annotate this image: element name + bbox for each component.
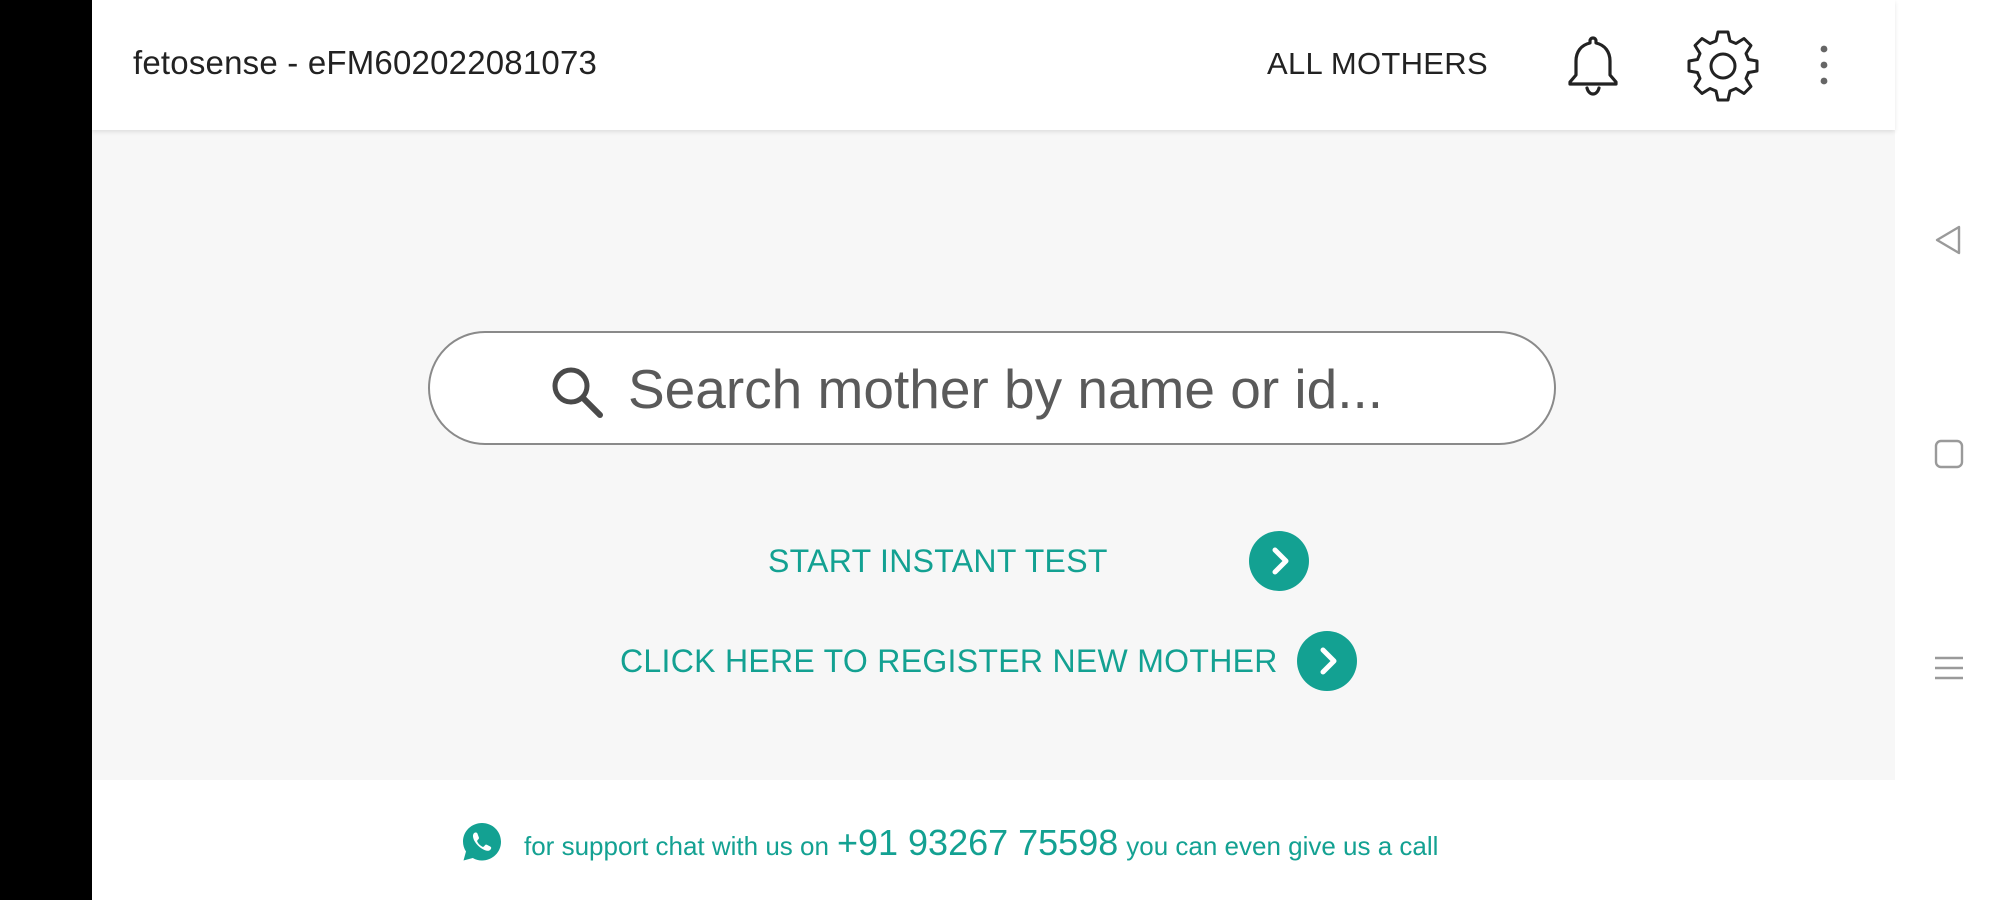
register-new-mother-button[interactable]: CLICK HERE TO REGISTER NEW MOTHER <box>620 631 1357 691</box>
support-phone-number[interactable]: +91 93267 75598 <box>837 822 1118 864</box>
main-content: START INSTANT TEST CLICK HERE TO REGISTE… <box>92 130 1895 780</box>
app-title: fetosense - eFM602022081073 <box>133 44 598 81</box>
system-nav-bar <box>1895 0 2003 900</box>
chevron-right-icon[interactable] <box>1249 531 1309 591</box>
support-footer: for support chat with us on +91 93267 75… <box>92 780 1895 900</box>
search-icon <box>548 363 606 421</box>
search-bar[interactable] <box>428 331 1556 445</box>
app-bar: fetosense - eFM602022081073 ALL MOTHERS <box>92 0 1895 130</box>
home-icon[interactable] <box>1933 438 1965 470</box>
support-text-after: you can even give us a call <box>1126 831 1439 861</box>
all-mothers-button[interactable]: ALL MOTHERS <box>1267 46 1488 82</box>
gear-icon[interactable] <box>1681 24 1765 108</box>
recents-icon[interactable] <box>1931 650 1967 686</box>
screen-edge <box>0 0 92 900</box>
more-vert-icon[interactable] <box>1812 40 1836 90</box>
start-instant-test-button[interactable]: START INSTANT TEST <box>768 531 1328 591</box>
support-message: for support chat with us on +91 93267 75… <box>524 822 1438 864</box>
app-window: fetosense - eFM602022081073 ALL MOTHERS <box>92 0 1895 900</box>
search-input[interactable] <box>628 351 1488 427</box>
whatsapp-icon[interactable] <box>460 820 504 864</box>
device-screen: fetosense - eFM602022081073 ALL MOTHERS <box>0 0 2003 900</box>
bell-icon[interactable] <box>1558 30 1628 100</box>
register-new-mother-label: CLICK HERE TO REGISTER NEW MOTHER <box>620 642 1278 679</box>
support-text-before: for support chat with us on <box>524 831 829 861</box>
back-icon[interactable] <box>1931 222 1967 258</box>
chevron-right-icon[interactable] <box>1297 631 1357 691</box>
start-instant-test-label: START INSTANT TEST <box>768 542 1108 579</box>
